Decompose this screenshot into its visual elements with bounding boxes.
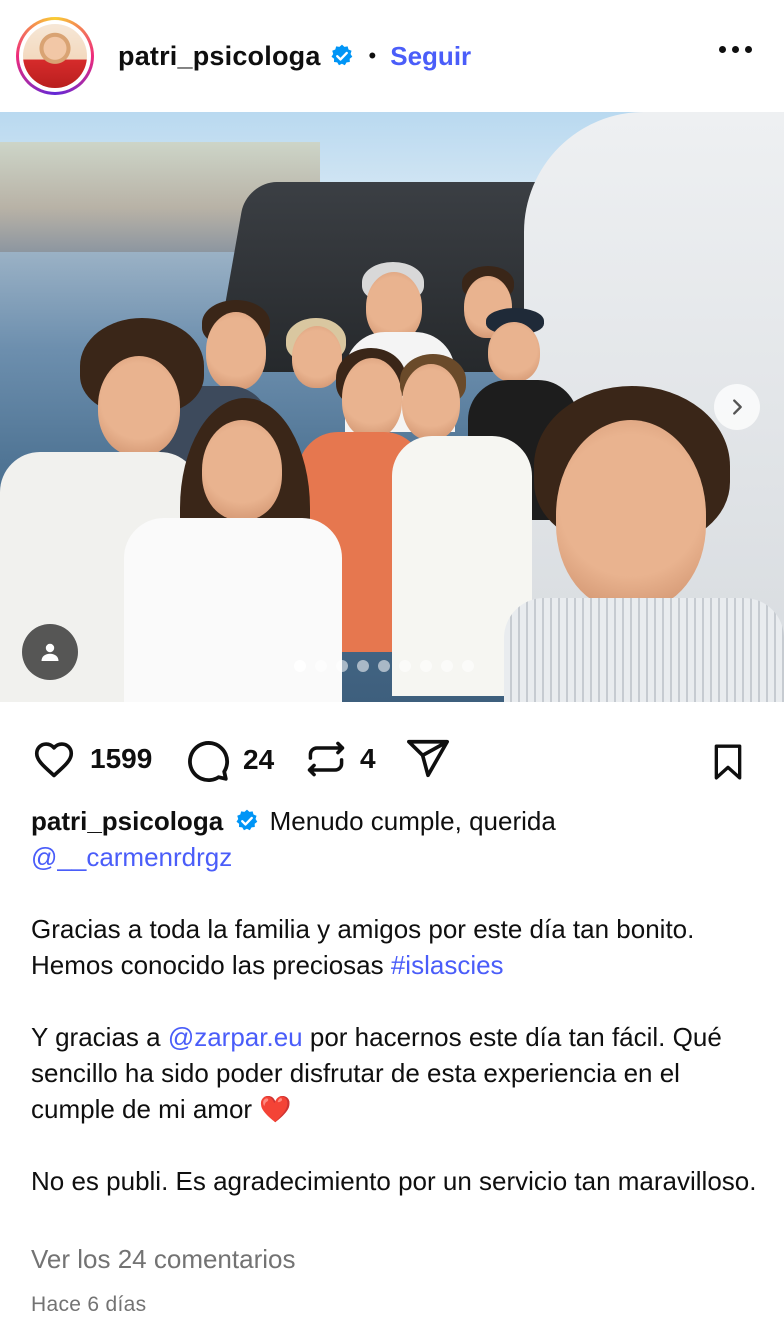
bookmark-icon	[714, 744, 742, 780]
heart-emoji: ❤️	[259, 1094, 292, 1124]
verified-badge-icon	[236, 809, 258, 831]
post-caption: patri_psicologa Menudo cumple, querida @…	[31, 803, 761, 1199]
follow-button[interactable]: Seguir	[390, 41, 471, 72]
carousel-dot	[420, 660, 432, 672]
comment-count: 24	[243, 744, 275, 775]
post-actions: 1599 24 4	[0, 736, 784, 792]
like-button[interactable]: 1599	[30, 736, 152, 782]
avatar-image	[23, 24, 87, 88]
avatar[interactable]	[16, 17, 94, 95]
post-timestamp: Hace 6 días	[31, 1293, 147, 1316]
save-button[interactable]	[708, 740, 748, 789]
hashtag-islascies[interactable]: #islascies	[391, 950, 504, 980]
tagged-users-button[interactable]	[22, 624, 78, 680]
caption-p3-pre: Y gracias a	[31, 1022, 168, 1052]
comment-bubble-icon	[188, 741, 230, 783]
caption-paragraph-4: No es publi. Es agradecimiento por un se…	[31, 1166, 757, 1196]
avatar-border	[19, 20, 91, 92]
caption-paragraph-3: Y gracias a @zarpar.eu por hacernos este…	[31, 1019, 761, 1127]
caption-username[interactable]: patri_psicologa	[31, 806, 223, 836]
mention-carmenrdrgz[interactable]: @__carmenrdrgz	[31, 842, 232, 872]
heart-icon	[34, 742, 74, 778]
verified-badge-icon	[331, 44, 352, 66]
username[interactable]: patri_psicologa	[118, 41, 321, 72]
caption-first-line: patri_psicologa Menudo cumple, querida @…	[31, 803, 761, 875]
carousel-dot	[462, 660, 474, 672]
carousel-indicator	[294, 660, 474, 672]
photo-group	[0, 262, 784, 702]
post-photo[interactable]	[0, 112, 784, 702]
repost-count: 4	[360, 743, 376, 774]
caption-line1-text: Menudo cumple, querida	[269, 806, 556, 836]
chevron-right-icon	[733, 399, 742, 415]
user-icon	[41, 643, 59, 661]
more-options-icon[interactable]	[715, 40, 756, 59]
carousel-dot	[315, 660, 327, 672]
carousel-dot	[399, 660, 411, 672]
comment-button[interactable]: 24	[183, 736, 274, 784]
repost-button[interactable]: 4	[304, 736, 376, 782]
carousel-dot	[378, 660, 390, 672]
carousel-dot	[357, 660, 369, 672]
repost-icon	[307, 741, 345, 777]
send-icon	[407, 739, 449, 778]
caption-p2-text: Gracias a toda la familia y amigos por e…	[31, 914, 695, 980]
share-button[interactable]	[404, 736, 452, 782]
caption-paragraph-2: Gracias a toda la familia y amigos por e…	[31, 911, 761, 983]
carousel-next-button[interactable]	[714, 384, 760, 430]
carousel-dot	[336, 660, 348, 672]
post-header: patri_psicologa • Seguir	[0, 0, 784, 112]
view-comments-link[interactable]: Ver los 24 comentarios	[31, 1244, 295, 1275]
carousel-dot	[294, 660, 306, 672]
like-count[interactable]: 1599	[90, 743, 152, 775]
carousel-dot	[441, 660, 453, 672]
separator-dot: •	[368, 43, 377, 68]
mention-zarpar[interactable]: @zarpar.eu	[168, 1022, 303, 1052]
